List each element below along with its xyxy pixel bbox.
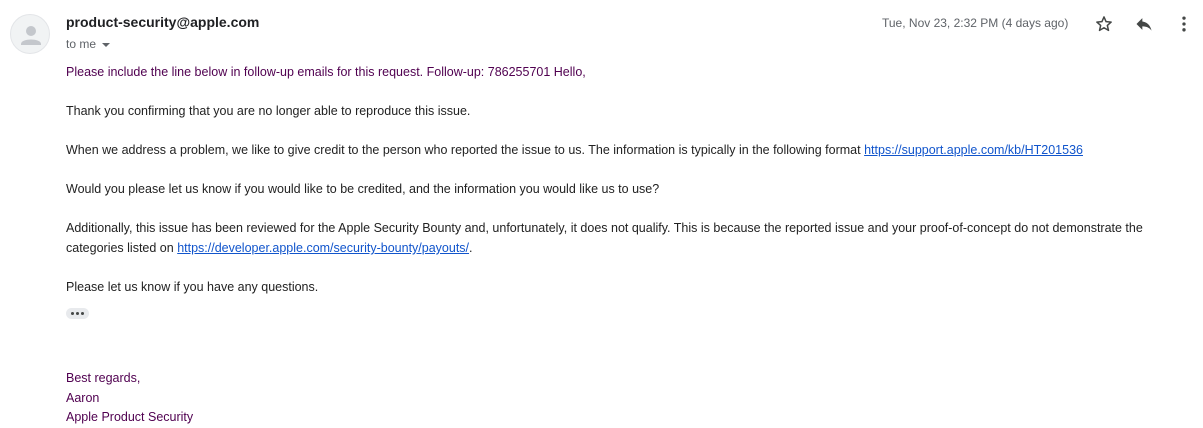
signature-closing: Best regards, bbox=[66, 371, 141, 385]
person-avatar-icon bbox=[21, 26, 41, 45]
bounty-line-2: categories listed on https://developer.a… bbox=[66, 239, 473, 257]
more-options-button[interactable] bbox=[1172, 12, 1196, 36]
credit-format-link[interactable]: https://support.apple.com/kb/HT201536 bbox=[864, 143, 1083, 157]
chevron-down-icon[interactable] bbox=[102, 42, 111, 47]
credit-paragraph: When we address a problem, we like to gi… bbox=[66, 141, 1083, 159]
signature-name: Aaron bbox=[66, 391, 100, 405]
email-date: Tue, Nov 23, 2:32 PM (4 days ago) bbox=[882, 16, 1069, 30]
avatar[interactable] bbox=[10, 14, 50, 54]
credit-question: Would you please let us know if you woul… bbox=[66, 182, 660, 196]
reply-button[interactable] bbox=[1132, 12, 1156, 36]
bounty-payouts-link[interactable]: https://developer.apple.com/security-bou… bbox=[177, 241, 469, 255]
more-vert-icon bbox=[1182, 16, 1186, 32]
questions-line: Please let us know if you have any quest… bbox=[66, 280, 319, 294]
star-icon bbox=[1096, 16, 1112, 32]
ellipsis-dot-icon bbox=[76, 312, 79, 315]
thanks-paragraph: Thank you confirming that you are no lon… bbox=[66, 104, 471, 118]
bounty-prefix: categories listed on bbox=[66, 241, 178, 255]
credit-text: When we address a problem, we like to gi… bbox=[66, 143, 865, 157]
reply-icon bbox=[1136, 18, 1152, 31]
ellipsis-dot-icon bbox=[81, 312, 84, 315]
star-button[interactable] bbox=[1092, 12, 1116, 36]
signature-team: Apple Product Security bbox=[66, 410, 194, 424]
bounty-line-1: Additionally, this issue has been review… bbox=[66, 221, 1143, 235]
followup-line: Please include the line below in follow-… bbox=[66, 65, 586, 79]
recipient-details-toggle[interactable]: to me bbox=[66, 37, 111, 51]
sender-email[interactable]: product-security@apple.com bbox=[66, 14, 259, 30]
ellipsis-dot-icon bbox=[71, 312, 74, 315]
bounty-suffix: . bbox=[469, 241, 473, 255]
recipient-label: to me bbox=[66, 37, 97, 51]
show-trimmed-content-button[interactable] bbox=[66, 308, 89, 319]
